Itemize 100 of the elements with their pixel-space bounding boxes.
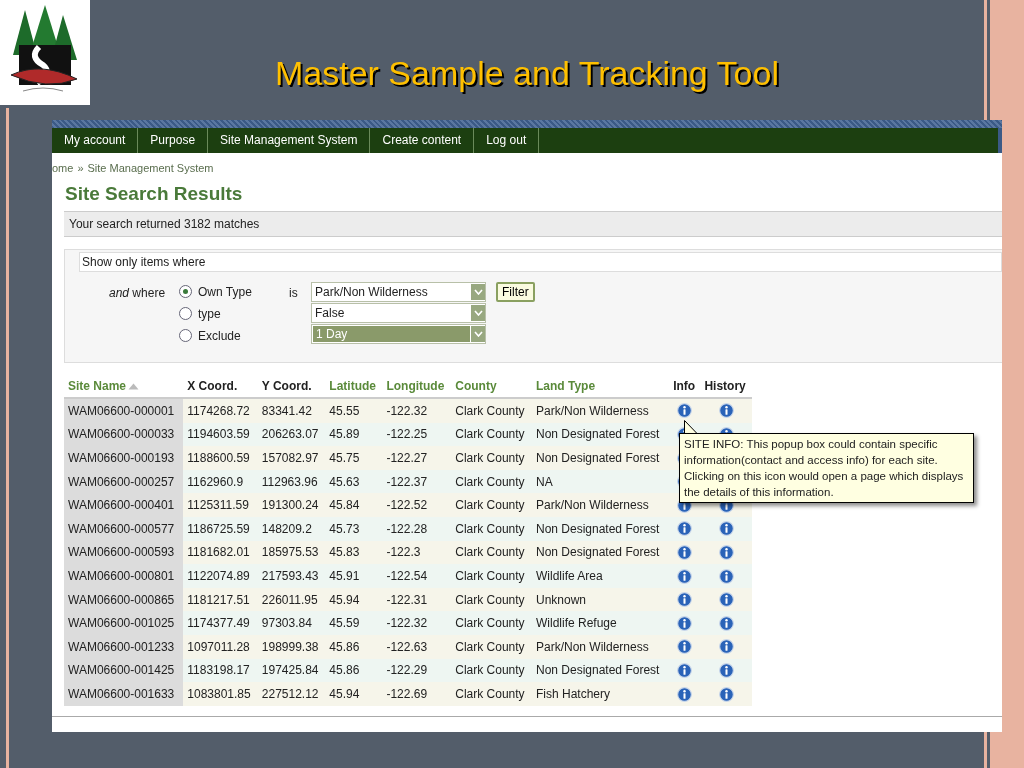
table-cell: -122.69 [382, 682, 452, 706]
nav-link[interactable]: My account [52, 128, 139, 153]
breadcrumb-link[interactable]: ome [52, 162, 74, 174]
filter-button[interactable]: Filter [496, 282, 535, 302]
table-cell: 45.89 [325, 422, 383, 447]
table-cell: 1125311.59 [183, 493, 258, 517]
table-cell: Clark County [451, 634, 532, 659]
table-cell: 1174268.72 [183, 398, 258, 423]
table-cell: 1183198.17 [183, 658, 258, 683]
nav-link[interactable]: Site Management System [208, 128, 371, 153]
table-cell: 45.84 [325, 493, 383, 517]
table-cell: 191300.24 [257, 493, 326, 517]
table-cell: -122.54 [382, 564, 452, 588]
table-cell: Non Designated Forest [532, 446, 670, 470]
breadcrumb-link[interactable]: Site Management System [87, 162, 214, 174]
radio-label: type [198, 306, 221, 321]
table-cell: -122.29 [382, 658, 452, 683]
nav-link[interactable]: Create content [370, 128, 475, 153]
breadcrumb-separator: » [77, 162, 84, 174]
table-cell: 45.94 [325, 587, 383, 612]
table-cell[interactable]: WAM06600-000577 [64, 516, 184, 541]
table-cell: Clark County [451, 682, 532, 706]
table-cell[interactable]: WAM06600-000401 [64, 493, 184, 517]
filter-label: and where [109, 285, 167, 302]
table-cell: 1122074.89 [183, 564, 258, 588]
table-cell: 45.73 [325, 516, 383, 541]
table-cell: Clark County [451, 398, 532, 423]
info-popup: SITE INFO: This popup box could contain specific information(contact and access info) for each site. Clicking on this icon would open a page which displays the details of this information. [679, 433, 974, 503]
table-cell: -122.52 [382, 493, 452, 517]
table-cell: 97303.84 [257, 611, 326, 635]
table-cell: 45.75 [325, 446, 383, 470]
filter-legend: Show only items where [79, 252, 1002, 272]
radio-label: Exclude [198, 328, 241, 343]
table-cell: Clark County [451, 611, 532, 635]
table-cell: -122.32 [382, 398, 452, 423]
table-cell[interactable]: WAM06600-001633 [64, 682, 184, 706]
table-cell: Non Designated Forest [532, 540, 670, 565]
table-cell: -122.31 [382, 587, 452, 612]
table-cell: -122.25 [382, 422, 452, 447]
table-cell: Non Designated Forest [532, 422, 670, 447]
operator-label: is [289, 285, 299, 302]
table-cell[interactable]: WAM06600-000865 [64, 587, 184, 612]
table-cell: Clark County [451, 493, 532, 517]
table-cell: 45.83 [325, 540, 383, 565]
table-cell[interactable]: WAM06600-000033 [64, 422, 184, 447]
table-cell: -122.37 [382, 469, 452, 494]
dropdown[interactable]: Park/Non Wilderness [311, 282, 486, 302]
table-cell: 1181682.01 [183, 540, 258, 565]
table-cell: Clark County [451, 516, 532, 541]
table-cell: 45.91 [325, 564, 383, 588]
table-cell: 45.94 [325, 682, 383, 706]
table-cell: 217593.43 [257, 564, 326, 588]
table-cell: Park/Non Wilderness [532, 493, 670, 517]
table-cell[interactable]: WAM06600-000257 [64, 469, 184, 494]
dropdown[interactable]: False [311, 303, 486, 323]
result-summary: Your search returned 3182 matches [64, 211, 1002, 237]
table-cell: 45.86 [325, 658, 383, 683]
table-cell: Fish Hatchery [532, 682, 670, 706]
slide-title: Master Sample and Tracking Tool [274, 53, 780, 94]
table-cell: -122.32 [382, 611, 452, 635]
table-cell: Clark County [451, 446, 532, 470]
table-cell: 45.86 [325, 634, 383, 659]
table-cell: 45.55 [325, 398, 383, 423]
table-cell: 45.59 [325, 611, 383, 635]
table-cell: 45.63 [325, 469, 383, 494]
table-cell: Clark County [451, 469, 532, 494]
table-cell: 1181217.51 [183, 587, 258, 612]
table-cell: -122.28 [382, 516, 452, 541]
table-cell[interactable]: WAM06600-000801 [64, 564, 184, 588]
nav-link[interactable]: Purpose [138, 128, 209, 153]
table-cell: 1188600.59 [183, 446, 258, 470]
table-cell: 1174377.49 [183, 611, 258, 635]
table-cell: Unknown [532, 587, 670, 612]
nav-link[interactable]: Log out [474, 128, 540, 153]
table-cell: Wildlife Refuge [532, 611, 670, 635]
table-cell: Park/Non Wilderness [532, 398, 670, 423]
table-cell: 1194603.59 [183, 422, 258, 447]
table-cell[interactable]: WAM06600-000001 [64, 398, 184, 423]
table-cell: -122.27 [382, 446, 452, 470]
table-cell: 1186725.59 [183, 516, 258, 541]
table-cell: Clark County [451, 422, 532, 447]
radio-label: Own Type [198, 284, 252, 299]
table-cell[interactable]: WAM06600-000193 [64, 446, 184, 470]
table-cell: Clark County [451, 658, 532, 683]
table-cell[interactable]: WAM06600-001025 [64, 611, 184, 635]
table-cell[interactable]: WAM06600-000593 [64, 540, 184, 565]
table-cell: 1083801.85 [183, 682, 258, 706]
table-cell: Clark County [451, 540, 532, 565]
page-title: Site Search Results [65, 183, 244, 206]
table-cell: Park/Non Wilderness [532, 634, 670, 659]
table-cell: Non Designated Forest [532, 658, 670, 683]
table-cell: 227512.12 [257, 682, 326, 706]
table-cell: Wildlife Area [532, 564, 670, 588]
table-cell[interactable]: WAM06600-001233 [64, 634, 184, 659]
table-cell[interactable]: WAM06600-001425 [64, 658, 184, 683]
table-cell: 1162960.9 [183, 469, 258, 494]
table-cell: 157082.97 [257, 446, 326, 470]
table-cell: -122.3 [382, 540, 452, 565]
table-cell: Clark County [451, 587, 532, 612]
table-cell: Clark County [451, 564, 532, 588]
